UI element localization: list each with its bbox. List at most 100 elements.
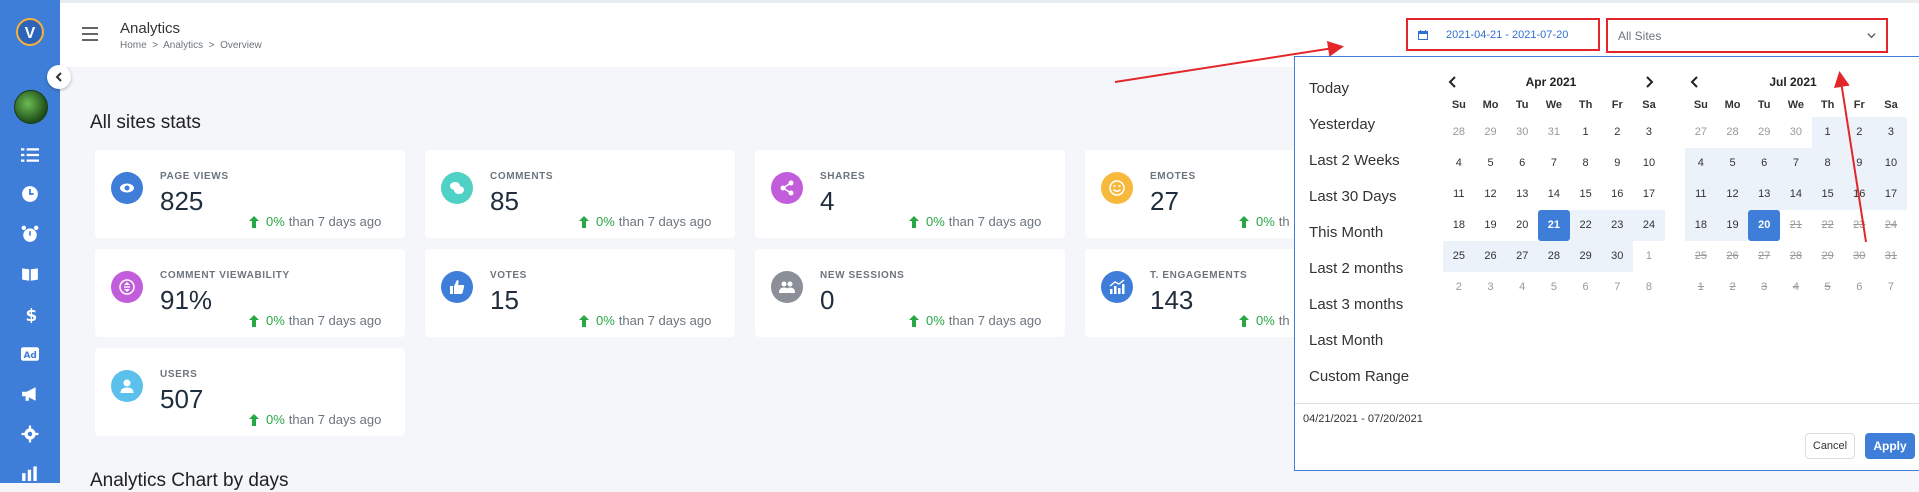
calendar-day[interactable]: 13 — [1506, 179, 1538, 210]
calendar-day[interactable]: 19 — [1475, 210, 1507, 241]
site-select[interactable]: All Sites — [1606, 18, 1888, 53]
cancel-button[interactable]: Cancel — [1805, 433, 1855, 459]
calendar-day[interactable]: 26 — [1474, 241, 1507, 272]
range-option[interactable]: This Month — [1295, 215, 1445, 251]
calendar-day[interactable]: 17 — [1875, 179, 1907, 210]
calendar-day[interactable]: 20 — [1748, 210, 1781, 241]
calendar-day[interactable]: 16 — [1843, 179, 1876, 210]
calendar-day[interactable]: 30 — [1601, 241, 1634, 272]
ad-icon[interactable]: Ad — [18, 342, 42, 366]
calendar-day[interactable]: 13 — [1748, 179, 1781, 210]
calendar-day[interactable]: 16 — [1601, 179, 1633, 210]
prev-month-icon[interactable] — [1447, 76, 1459, 88]
range-option[interactable]: Custom Range — [1295, 359, 1445, 395]
calendar-day[interactable]: 8 — [1633, 272, 1665, 303]
calendar-day[interactable]: 2 — [1843, 117, 1876, 148]
calendar-day[interactable]: 9 — [1601, 148, 1633, 179]
calendar-day[interactable]: 18 — [1685, 210, 1717, 241]
calendar-day[interactable]: 28 — [1443, 117, 1475, 148]
calendar-day[interactable]: 30 — [1780, 117, 1812, 148]
range-option[interactable]: Yesterday — [1295, 107, 1445, 143]
chart-icon[interactable] — [18, 460, 42, 484]
calendar-day[interactable]: 15 — [1570, 179, 1602, 210]
calendar-day[interactable]: 12 — [1475, 179, 1507, 210]
sidebar-collapse-button[interactable] — [47, 65, 71, 89]
breadcrumb-home[interactable]: Home — [120, 40, 147, 51]
clock-icon[interactable] — [18, 182, 42, 206]
calendar-day[interactable]: 5 — [1716, 148, 1749, 179]
svg-text:Ad: Ad — [23, 351, 36, 361]
calendar-day[interactable]: 7 — [1538, 148, 1570, 179]
calendar-day[interactable]: 9 — [1843, 148, 1876, 179]
dollar-icon[interactable]: $ — [18, 302, 42, 326]
calendar-day[interactable]: 3 — [1633, 117, 1665, 148]
calendar-day[interactable]: 29 — [1569, 241, 1602, 272]
calendar-day[interactable]: 27 — [1506, 241, 1539, 272]
next-month-icon[interactable] — [1643, 76, 1655, 88]
range-option[interactable]: Last Month — [1295, 323, 1445, 359]
calendar-day[interactable]: 1 — [1570, 117, 1602, 148]
megaphone-icon[interactable] — [18, 382, 42, 406]
calendar-day[interactable]: 6 — [1843, 272, 1875, 303]
gear-icon[interactable] — [18, 422, 42, 446]
calendar-day[interactable]: 29 — [1748, 117, 1780, 148]
app-logo[interactable]: V — [16, 18, 44, 46]
calendar-day[interactable]: 11 — [1443, 179, 1475, 210]
calendar-day[interactable]: 8 — [1811, 148, 1844, 179]
range-option[interactable]: Last 3 months — [1295, 287, 1445, 323]
list-icon[interactable] — [18, 143, 42, 167]
calendar-day[interactable]: 25 — [1443, 241, 1475, 272]
calendar-day[interactable]: 28 — [1717, 117, 1749, 148]
calendar-day[interactable]: 1 — [1811, 117, 1844, 148]
calendar-day[interactable]: 29 — [1475, 117, 1507, 148]
calendar-day[interactable]: 6 — [1570, 272, 1602, 303]
alarm-icon[interactable] — [18, 222, 42, 246]
calendar-day[interactable]: 7 — [1780, 148, 1812, 179]
calendar-day[interactable]: 3 — [1475, 272, 1507, 303]
calendar-day[interactable]: 10 — [1875, 148, 1907, 179]
calendar-day[interactable]: 22 — [1569, 210, 1602, 241]
calendar-day[interactable]: 30 — [1506, 117, 1538, 148]
calendar-day[interactable]: 15 — [1811, 179, 1844, 210]
calendar-day[interactable]: 5 — [1475, 148, 1507, 179]
calendar-day[interactable]: 10 — [1633, 148, 1665, 179]
calendar-day[interactable]: 8 — [1570, 148, 1602, 179]
calendar-day[interactable]: 17 — [1633, 179, 1665, 210]
range-option[interactable]: Last 2 months — [1295, 251, 1445, 287]
calendar-day[interactable]: 6 — [1506, 148, 1538, 179]
calendar-day[interactable]: 7 — [1875, 272, 1907, 303]
range-option[interactable]: Last 30 Days — [1295, 179, 1445, 215]
prev-month-icon[interactable] — [1689, 76, 1701, 88]
calendar-day[interactable]: 31 — [1538, 117, 1570, 148]
calendar-day[interactable]: 5 — [1538, 272, 1570, 303]
calendar-day[interactable]: 6 — [1748, 148, 1781, 179]
calendar-day[interactable]: 4 — [1685, 148, 1717, 179]
calendar-day[interactable]: 2 — [1443, 272, 1475, 303]
avatar[interactable] — [14, 90, 48, 124]
calendar-day[interactable]: 3 — [1875, 117, 1907, 148]
apply-button[interactable]: Apply — [1865, 433, 1915, 459]
range-option[interactable]: Last 2 Weeks — [1295, 143, 1445, 179]
calendar-day[interactable]: 4 — [1443, 148, 1475, 179]
calendar-day[interactable]: 18 — [1443, 210, 1475, 241]
calendar-day[interactable]: 19 — [1716, 210, 1749, 241]
calendar-day[interactable]: 12 — [1716, 179, 1749, 210]
calendar-day[interactable]: 2 — [1601, 117, 1633, 148]
calendar-day[interactable]: 14 — [1780, 179, 1812, 210]
calendar-day[interactable]: 4 — [1506, 272, 1538, 303]
calendar-day[interactable]: 28 — [1538, 241, 1570, 272]
book-icon[interactable] — [18, 262, 42, 286]
calendar-day[interactable]: 23 — [1601, 210, 1634, 241]
calendar-day[interactable]: 20 — [1506, 210, 1538, 241]
calendar-day[interactable]: 24 — [1633, 210, 1665, 241]
calendar-day[interactable]: 27 — [1685, 117, 1717, 148]
calendar-day[interactable]: 21 — [1538, 210, 1570, 241]
range-option[interactable]: Today — [1295, 71, 1445, 107]
calendar-day[interactable]: 1 — [1633, 241, 1665, 272]
calendar-day[interactable]: 14 — [1538, 179, 1570, 210]
calendar-day[interactable]: 7 — [1601, 272, 1633, 303]
calendar-day[interactable]: 11 — [1685, 179, 1717, 210]
date-range-button[interactable]: 2021-04-21 - 2021-07-20 — [1406, 18, 1600, 51]
breadcrumb-analytics[interactable]: Analytics — [163, 40, 203, 51]
menu-icon[interactable] — [82, 27, 98, 41]
